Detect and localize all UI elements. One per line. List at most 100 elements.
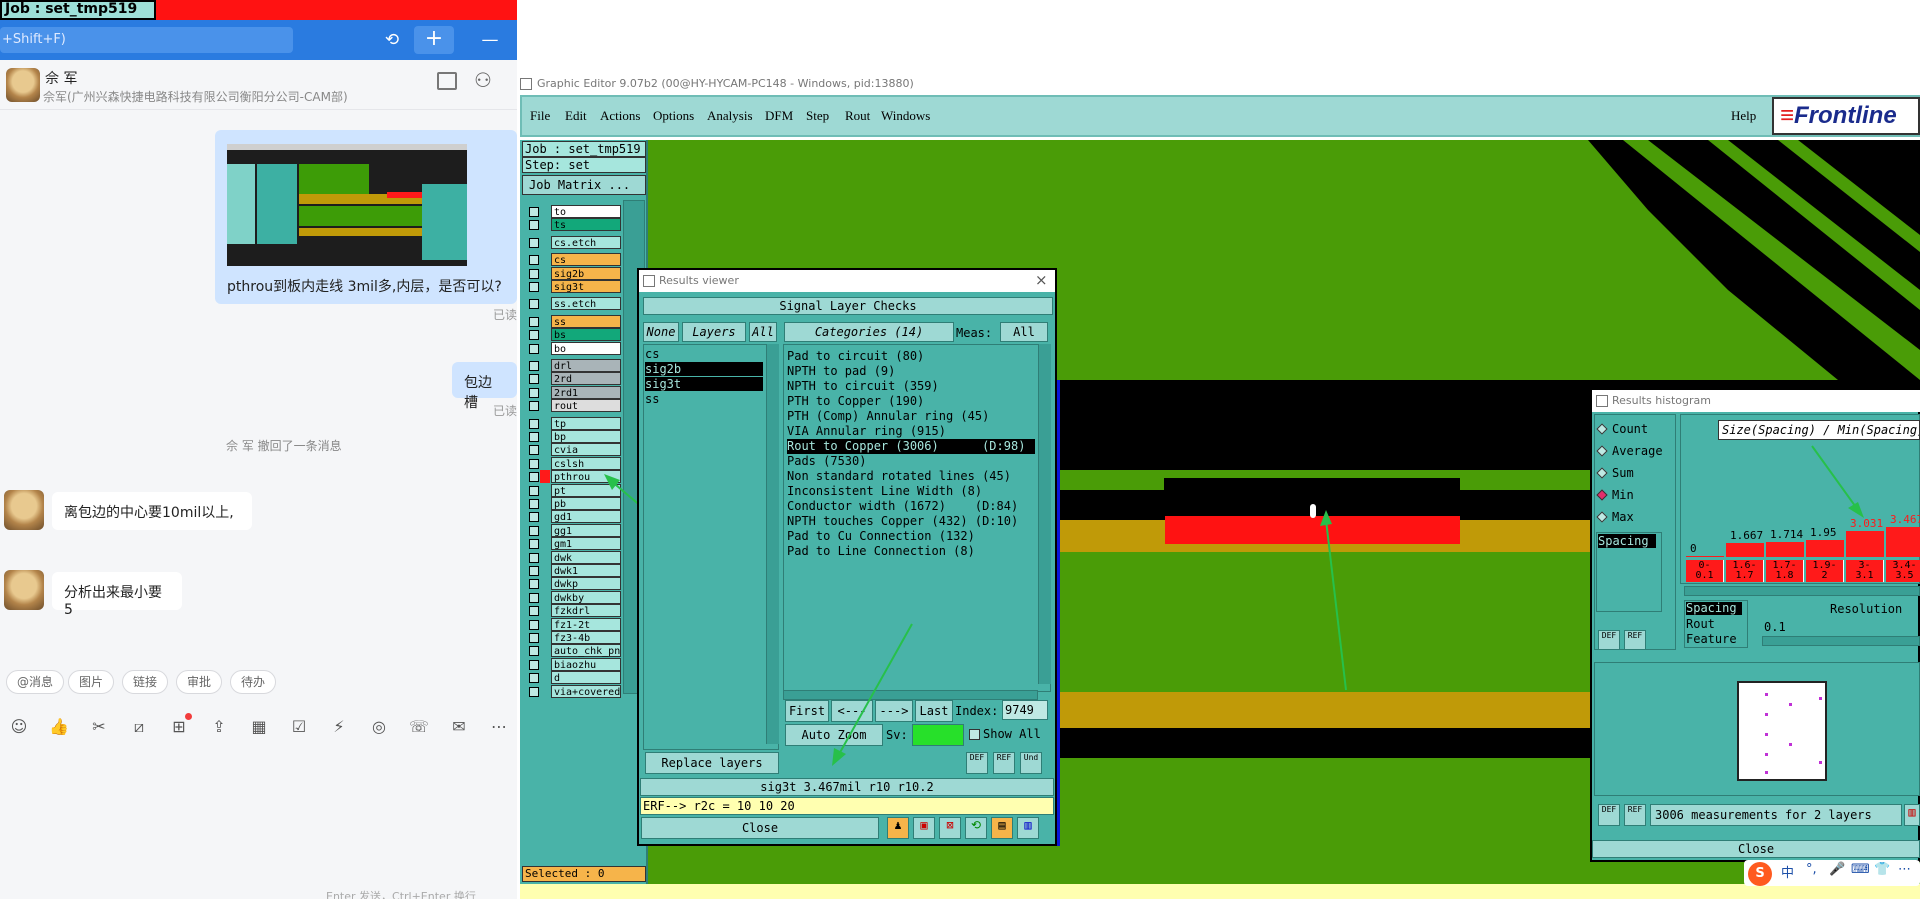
layer-list-scrollbar[interactable] [766, 344, 779, 744]
layer-row[interactable]: to [523, 205, 623, 218]
layer-name[interactable]: cvia [551, 443, 621, 457]
replace-layers-button[interactable]: Replace layers [645, 752, 779, 774]
minimize-icon[interactable]: — [478, 28, 502, 52]
layer-name[interactable]: bp [551, 430, 621, 443]
layer-name[interactable]: to [551, 205, 621, 218]
layer-checkbox[interactable] [529, 282, 539, 292]
menu-help[interactable]: Help [1731, 108, 1756, 124]
histogram-bar[interactable] [1766, 542, 1804, 557]
layer-checkbox[interactable] [529, 525, 539, 536]
layer-checkbox[interactable] [529, 374, 539, 385]
ref-icon[interactable]: REF [1624, 804, 1646, 826]
def-icon[interactable]: DEF [966, 752, 988, 774]
category-item[interactable]: VIA Annular ring (915) [787, 424, 1035, 439]
layer-checkbox[interactable] [529, 633, 539, 643]
menu-options[interactable]: Options [653, 108, 694, 124]
upload-icon[interactable]: ⇪ [208, 716, 230, 738]
layer-checkbox[interactable] [529, 539, 539, 550]
menu-edit[interactable]: Edit [565, 108, 587, 124]
avatar[interactable] [4, 490, 44, 530]
layer-row[interactable]: drl [523, 359, 623, 372]
histogram-bar[interactable] [1806, 540, 1844, 557]
screenshot-thumbnail[interactable] [227, 144, 467, 266]
layer-checkbox[interactable] [529, 458, 539, 469]
tool-icon[interactable]: ⟲ [965, 817, 987, 839]
layer-row[interactable]: d [523, 671, 623, 685]
category-item[interactable]: NPTH touches Copper (432) (D:10) [787, 514, 1035, 529]
group-item[interactable]: Feature [1686, 632, 1737, 646]
menu-analysis[interactable]: Analysis [707, 108, 753, 124]
layer-name[interactable]: biaozhu [551, 657, 621, 671]
histogram-bar[interactable] [1886, 527, 1920, 557]
histogram-bin-label[interactable]: 1.6- 1.7 [1726, 560, 1764, 582]
histogram-bar[interactable] [1846, 531, 1884, 557]
histogram-bin-label[interactable]: 3- 3.1 [1846, 560, 1884, 582]
layer-item-selected[interactable]: sig2b [645, 362, 763, 376]
layer-checkbox[interactable] [529, 432, 539, 442]
menu-step[interactable]: Step [806, 108, 829, 124]
chip-mention[interactable]: @消息 [6, 670, 65, 694]
layer-name[interactable]: dwkp [551, 577, 621, 591]
category-item[interactable]: Non standard rotated lines (45) [787, 469, 1035, 484]
layer-name[interactable]: tp [551, 416, 621, 430]
layer-row[interactable]: bo [523, 341, 623, 355]
layer-row[interactable]: tp [523, 416, 623, 430]
layer-checkbox[interactable] [529, 592, 539, 603]
chart-hscrollbar[interactable] [1684, 586, 1920, 596]
histogram-bin-label[interactable]: 1.9- 2 [1806, 560, 1844, 582]
layer-row[interactable]: fzkdrl [523, 604, 623, 618]
layer-name[interactable]: fzkdrl [551, 604, 621, 618]
stat-radio-count[interactable]: Count [1596, 422, 1648, 436]
tool-icon[interactable]: ▤ [991, 817, 1013, 839]
slash-icon[interactable]: ⧄ [128, 716, 150, 738]
layer-checkbox[interactable] [529, 659, 539, 670]
histogram-bin-label[interactable]: 3.4- 3.5 [1886, 560, 1920, 582]
layer-row[interactable]: rout [523, 399, 623, 413]
show-all-checkbox[interactable] [969, 729, 980, 740]
support-icon[interactable]: ◎ [368, 716, 390, 738]
ime-punctuation-icon[interactable]: °, [1806, 862, 1817, 886]
layer-name[interactable]: fz1-2t [551, 617, 621, 631]
layer-item[interactable]: cs [645, 347, 763, 361]
layer-name[interactable]: cslsh [551, 456, 621, 470]
stat-radio-sum[interactable]: Sum [1596, 466, 1634, 480]
histogram-icon[interactable]: ▥ [1017, 817, 1039, 839]
layer-name[interactable]: fz3-4b [551, 631, 621, 644]
layer-item[interactable]: ss [645, 392, 763, 406]
layer-checkbox[interactable] [529, 418, 539, 429]
layer-checkbox[interactable] [529, 299, 539, 310]
layer-name[interactable]: sig2b [551, 266, 621, 280]
like-icon[interactable]: 👍 [48, 716, 70, 738]
keyboard-icon[interactable]: ⌨ [1851, 862, 1870, 886]
ime-language-icon[interactable]: 中 [1781, 862, 1794, 886]
layer-checkbox[interactable] [529, 445, 539, 456]
layer-item-selected[interactable]: sig3t [645, 377, 763, 391]
layer-checkbox[interactable] [529, 330, 539, 341]
category-item[interactable]: NPTH to circuit (359) [787, 379, 1035, 394]
layer-row[interactable]: cs [523, 253, 623, 267]
layer-checkbox[interactable] [529, 566, 539, 576]
mail-icon[interactable]: ✉ [448, 716, 470, 738]
category-item[interactable]: Inconsistent Line Width (8) [787, 484, 1035, 499]
skin-icon[interactable]: 👕 [1874, 862, 1890, 886]
tool-icon[interactable]: ♟ [887, 817, 909, 839]
layer-row[interactable]: ts [523, 218, 623, 232]
none-button[interactable]: None [643, 322, 679, 342]
layer-name[interactable]: drl [551, 359, 621, 372]
more-icon[interactable]: ⋯ [488, 716, 510, 738]
histogram-bar[interactable] [1726, 543, 1764, 557]
layer-checkbox[interactable] [529, 485, 539, 496]
category-item[interactable]: Conductor width (1672) (D:84) [787, 499, 1035, 514]
layers-button[interactable]: Layers [682, 322, 746, 342]
categories-button[interactable]: Categories (14) [784, 322, 954, 342]
category-item-selected[interactable]: Rout to Copper (3006) (D:98) [787, 439, 1035, 454]
layer-checkbox[interactable] [529, 343, 539, 354]
emoji-icon[interactable]: ☺ [8, 716, 30, 738]
layer-name[interactable]: ss [551, 314, 621, 328]
sogou-ime-icon[interactable]: S [1748, 862, 1772, 886]
calendar-icon[interactable]: ▦ [248, 716, 270, 738]
layer-checkbox[interactable] [529, 220, 539, 231]
layer-row[interactable]: bp [523, 430, 623, 443]
layer-checkbox[interactable] [529, 207, 539, 217]
layer-name[interactable]: via+covered [551, 684, 621, 698]
